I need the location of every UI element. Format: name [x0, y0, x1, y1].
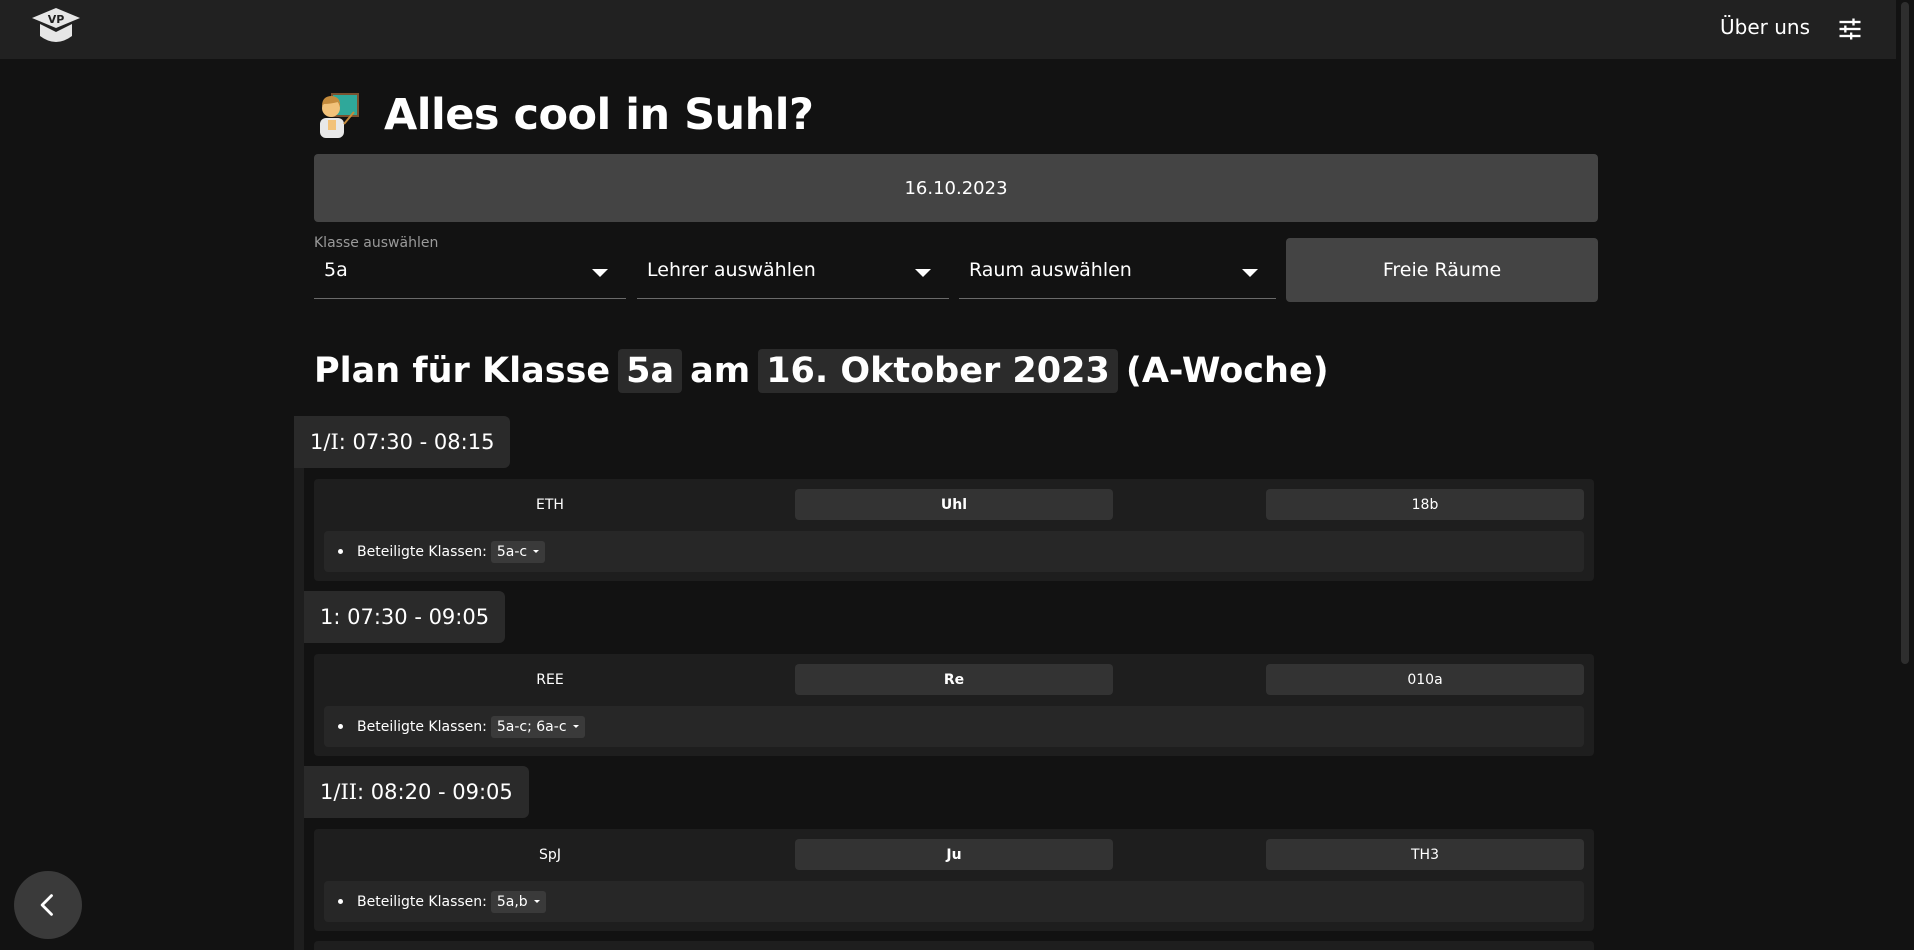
lesson-teacher[interactable]: Ju	[795, 839, 1113, 870]
period-roman: II	[340, 780, 358, 804]
classes-dropdown[interactable]: 5a-c	[490, 540, 546, 563]
lesson-card: SpJ Ju TH3 Beteiligte Klassen: 5a,b	[314, 829, 1594, 931]
vp-logo-icon[interactable]: VP	[28, 4, 84, 52]
logo-text: VP	[48, 13, 65, 26]
lesson-info: Beteiligte Klassen: 5a-c	[324, 531, 1584, 572]
date-picker-button[interactable]: 16.10.2023	[314, 154, 1598, 222]
plan-heading-mid: am	[690, 351, 751, 391]
classes-dropdown[interactable]: 5a-c; 6a-c	[490, 715, 585, 738]
lesson-teacher[interactable]: Uhl	[795, 489, 1113, 520]
class-select-label: Klasse auswählen	[314, 235, 439, 251]
class-select[interactable]: Klasse auswählen 5a	[314, 231, 626, 299]
plan-date-chip: 16. Oktober 2023	[758, 349, 1118, 393]
lesson-card: REE Re 010a Beteiligte Klassen: 5a-c; 6a…	[314, 654, 1594, 756]
lesson-room[interactable]: 010a	[1266, 664, 1584, 695]
classes-value: 5a,b	[496, 893, 528, 910]
dropdown-arrow-icon	[592, 269, 608, 277]
period-roman: I	[330, 430, 339, 454]
plan-class-chip: 5a	[618, 349, 683, 393]
plan-heading: Plan für Klasse 5a am 16. Oktober 2023 (…	[314, 343, 1329, 399]
lesson-room[interactable]: 18b	[1266, 489, 1584, 520]
lesson-subject: REE	[536, 671, 564, 688]
lesson-room[interactable]: TH3	[1266, 839, 1584, 870]
lesson-subject: ETH	[536, 496, 564, 513]
classes-label: Beteiligte Klassen:	[357, 893, 487, 910]
dropdown-arrow-icon	[1242, 269, 1258, 277]
classes-value: 5a-c; 6a-c	[496, 718, 567, 735]
plan-heading-prefix: Plan für Klasse	[314, 351, 611, 391]
lesson-period-tab: 1: 07:30 - 09:05	[304, 591, 506, 643]
bullet	[338, 724, 343, 729]
scrollbar[interactable]	[1896, 0, 1914, 950]
top-app-bar: VP Über uns	[0, 0, 1896, 59]
period-time: : 07:30 - 09:05	[333, 605, 490, 629]
teacher-emoji-icon	[314, 90, 364, 140]
class-select-value: 5a	[324, 259, 348, 281]
caret-down-icon	[533, 900, 540, 903]
period-number: 1/	[310, 430, 331, 454]
back-button[interactable]	[14, 871, 82, 939]
about-us-link[interactable]: Über uns	[1720, 15, 1810, 39]
bullet	[338, 549, 343, 554]
caret-down-icon	[572, 725, 579, 728]
lesson-teacher[interactable]: Re	[795, 664, 1113, 695]
teacher-select[interactable]: Lehrer auswählen	[637, 231, 949, 299]
bullet	[338, 899, 343, 904]
classes-value: 5a-c	[496, 543, 528, 560]
dropdown-arrow-icon	[915, 269, 931, 277]
page-title: Alles cool in Suhl?	[384, 90, 814, 140]
plan-week: (A-Woche)	[1125, 351, 1329, 391]
room-select-placeholder: Raum auswählen	[969, 259, 1132, 281]
scrollbar-thumb[interactable]	[1901, 2, 1909, 664]
period-time: : 07:30 - 08:15	[338, 430, 495, 454]
classes-dropdown[interactable]: 5a,b	[490, 890, 546, 913]
room-select[interactable]: Raum auswählen	[959, 231, 1276, 299]
timeline-strip	[294, 416, 304, 950]
period-number: 1	[320, 605, 334, 629]
lesson-info: Beteiligte Klassen: 5a,b	[324, 881, 1584, 922]
lesson-period-tab: 1/I: 07:30 - 08:15	[294, 416, 511, 468]
tune-icon[interactable]	[1836, 15, 1864, 43]
lesson-card	[314, 941, 1594, 950]
lesson-card: ETH Uhl 18b Beteiligte Klassen: 5a-c	[314, 479, 1594, 581]
page-header: Alles cool in Suhl?	[314, 83, 814, 147]
period-number: 1/	[320, 780, 341, 804]
period-time: : 08:20 - 09:05	[357, 780, 513, 804]
lesson-subject: SpJ	[539, 846, 561, 863]
free-rooms-button[interactable]: Freie Räume	[1286, 238, 1598, 302]
lesson-period-tab: 1/II: 08:20 - 09:05	[304, 766, 529, 818]
classes-label: Beteiligte Klassen:	[357, 718, 487, 735]
caret-down-icon	[533, 550, 540, 553]
lesson-info: Beteiligte Klassen: 5a-c; 6a-c	[324, 706, 1584, 747]
chevron-left-icon	[40, 894, 53, 916]
teacher-select-placeholder: Lehrer auswählen	[647, 259, 816, 281]
classes-label: Beteiligte Klassen:	[357, 543, 487, 560]
